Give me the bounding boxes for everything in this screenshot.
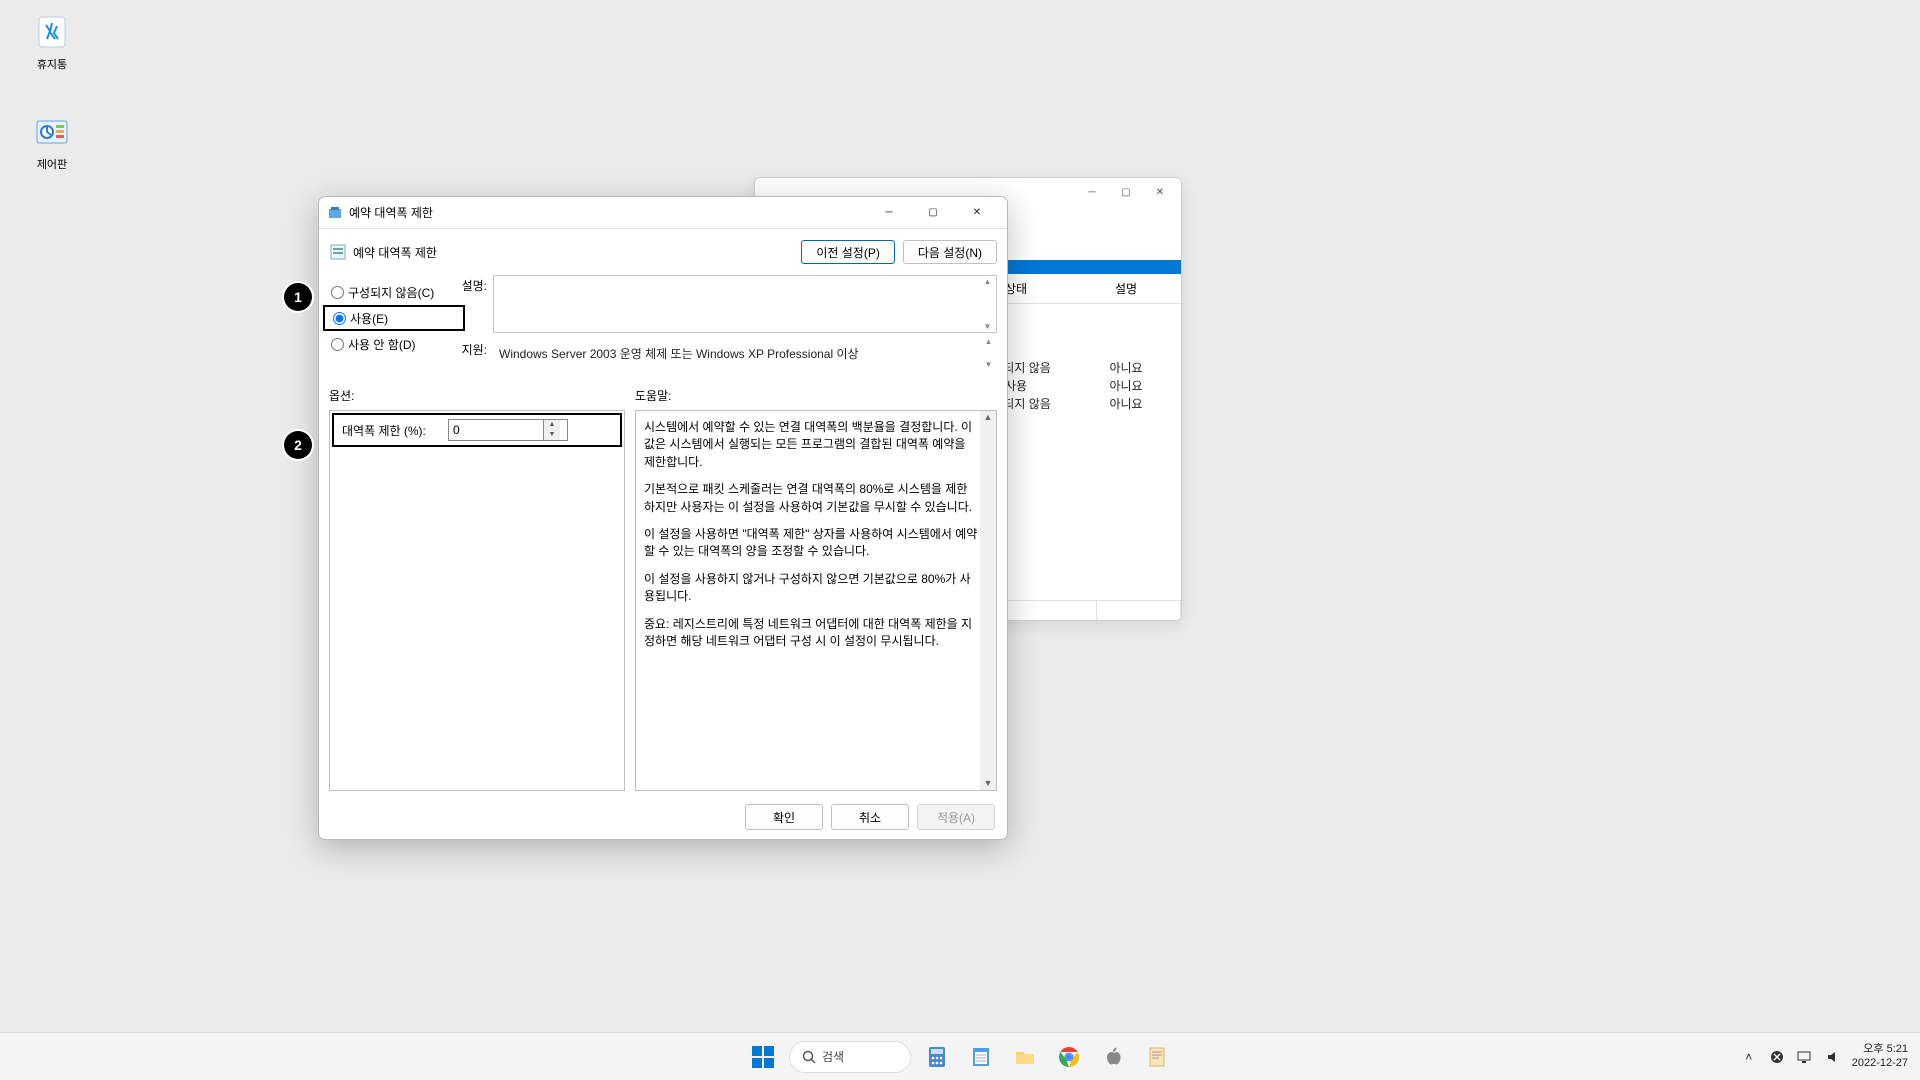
cancel-button[interactable]: 취소 — [831, 804, 909, 830]
help-text-box: 시스템에서 예약할 수 있는 연결 대역폭의 백분율을 결정합니다. 이 값은 … — [635, 410, 997, 791]
help-scrollbar[interactable]: ▲▼ — [980, 411, 996, 790]
taskbar-search[interactable]: 검색 — [789, 1041, 911, 1073]
bg-minimize-button[interactable]: ─ — [1075, 181, 1109, 203]
control-panel-label: 제어판 — [16, 156, 88, 172]
tray-clock[interactable]: 오후 5:21 2022-12-27 — [1852, 1043, 1908, 1069]
recycle-bin-label: 휴지통 — [16, 56, 88, 72]
radio-not-configured[interactable]: 구성되지 않음(C) — [329, 279, 457, 305]
maximize-button[interactable]: ▢ — [911, 199, 955, 227]
bandwidth-spinner[interactable]: ▲ ▼ — [448, 419, 568, 441]
dialog-titlebar[interactable]: 예약 대역폭 제한 ─ ▢ ✕ — [319, 197, 1007, 229]
tray-status-icon[interactable] — [1768, 1048, 1786, 1066]
comment-textarea[interactable]: ▲▼ — [493, 275, 997, 333]
dialog-footer: 확인 취소 적용(A) — [319, 795, 1007, 839]
prev-setting-button[interactable]: 이전 설정(P) — [801, 240, 895, 264]
help-section-label: 도움말: — [635, 387, 997, 404]
radio-group: 구성되지 않음(C) 사용(E) 사용 안 함(D) — [329, 275, 457, 373]
dialog-title: 예약 대역폭 제한 — [349, 204, 867, 221]
spinner-down-button[interactable]: ▼ — [544, 430, 560, 440]
bandwidth-row: 대역폭 제한 (%): ▲ ▼ — [332, 413, 622, 447]
bg-close-button[interactable]: ✕ — [1143, 181, 1177, 203]
bandwidth-input[interactable] — [449, 423, 543, 437]
taskbar-apple-icon[interactable] — [1095, 1039, 1131, 1075]
tray-volume-icon[interactable] — [1824, 1048, 1842, 1066]
close-button[interactable]: ✕ — [955, 199, 999, 227]
search-icon — [802, 1050, 816, 1064]
taskbar-calculator-icon[interactable] — [919, 1039, 955, 1075]
desktop-icon-recycle-bin[interactable]: 휴지통 — [16, 12, 88, 72]
radio-disabled-input[interactable] — [331, 338, 344, 351]
ok-button[interactable]: 확인 — [745, 804, 823, 830]
setting-icon — [329, 243, 347, 261]
comment-scrollbar[interactable]: ▲▼ — [980, 277, 995, 331]
next-setting-button[interactable]: 다음 설정(N) — [903, 240, 997, 264]
radio-not-configured-input[interactable] — [331, 286, 344, 299]
spinner-up-button[interactable]: ▲ — [544, 420, 560, 430]
radio-disabled[interactable]: 사용 안 함(D) — [329, 331, 457, 357]
dialog-title-icon — [327, 205, 343, 221]
option-section-label: 옵션: — [329, 387, 625, 404]
bg-col-desc[interactable]: 설명 — [1071, 280, 1181, 297]
tray-network-icon[interactable] — [1796, 1048, 1814, 1066]
policy-dialog: 예약 대역폭 제한 ─ ▢ ✕ 예약 대역폭 제한 이전 설정(P) 다음 설정… — [318, 196, 1008, 840]
bandwidth-label: 대역폭 제한 (%): — [342, 422, 438, 439]
option-box: 대역폭 제한 (%): ▲ ▼ — [329, 410, 625, 791]
comment-label: 설명: — [457, 275, 493, 294]
start-button[interactable] — [745, 1039, 781, 1075]
support-label: 지원: — [457, 339, 493, 358]
radio-enabled[interactable]: 사용(E) — [323, 305, 465, 331]
taskbar-notepad-icon[interactable] — [963, 1039, 999, 1075]
radio-enabled-input[interactable] — [333, 312, 346, 325]
annotation-marker-2: 2 — [284, 431, 312, 459]
taskbar-chrome-icon[interactable] — [1051, 1039, 1087, 1075]
taskbar-document-icon[interactable] — [1139, 1039, 1175, 1075]
bg-maximize-button[interactable]: ▢ — [1109, 181, 1143, 203]
setting-name: 예약 대역폭 제한 — [353, 244, 801, 261]
taskbar-explorer-icon[interactable] — [1007, 1039, 1043, 1075]
desktop-icon-control-panel[interactable]: 제어판 — [16, 112, 88, 172]
taskbar: 검색 ˄ 오후 5:21 2022-12-27 — [0, 1032, 1920, 1080]
control-panel-icon — [32, 112, 72, 152]
support-text-box: Windows Server 2003 운영 체제 또는 Windows XP … — [493, 339, 997, 367]
taskbar-tray: ˄ 오후 5:21 2022-12-27 — [1728, 1043, 1920, 1069]
minimize-button[interactable]: ─ — [867, 199, 911, 227]
annotation-marker-1: 1 — [284, 283, 312, 311]
apply-button[interactable]: 적용(A) — [917, 804, 995, 830]
recycle-bin-icon — [32, 12, 72, 52]
support-scrollbar[interactable]: ▲▼ — [981, 337, 996, 369]
tray-chevron-icon[interactable]: ˄ — [1740, 1048, 1758, 1066]
